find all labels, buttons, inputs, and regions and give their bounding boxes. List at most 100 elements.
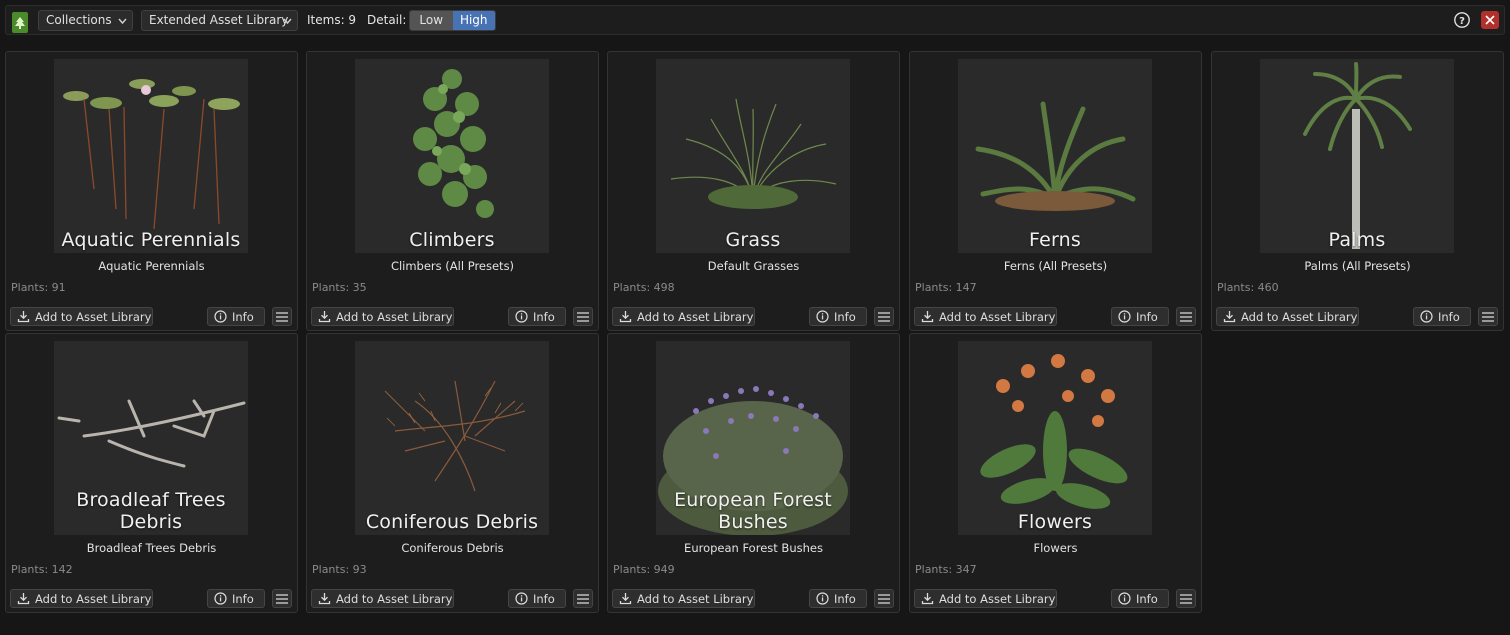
plants-count: Plants: 949 [613,563,675,576]
collections-dropdown-label: Collections [46,13,112,27]
tree-logo-icon [12,12,28,33]
collection-thumbnail[interactable]: Flowers [958,341,1152,535]
plants-count: Plants: 91 [11,281,66,294]
info-icon [1414,310,1438,323]
thumbnail-title: European Forest Bushes [674,489,832,533]
info-icon [1112,310,1136,323]
add-to-asset-library-label: Add to Asset Library [35,591,152,606]
detail-low-button[interactable]: Low [410,11,453,30]
info-button[interactable]: Info [207,307,265,326]
thumbnail-title: Palms [1328,229,1386,251]
close-icon [1485,15,1495,25]
collection-thumbnail[interactable]: Palms [1260,59,1454,253]
collection-thumbnail[interactable]: Broadleaf Trees Debris [54,341,248,535]
add-to-asset-library-button[interactable]: Add to Asset Library [914,307,1057,326]
menu-button[interactable] [1176,307,1196,326]
info-icon [208,310,232,323]
info-button[interactable]: Info [1111,307,1169,326]
download-icon [11,592,35,605]
plant-preview-image [63,79,240,230]
download-icon [613,310,637,323]
plants-count: Plants: 498 [613,281,675,294]
collection-thumbnail[interactable]: Aquatic Perennials [54,59,248,253]
collection-name: Default Grasses [707,259,800,273]
info-button[interactable]: Info [207,589,265,608]
hamburger-menu-icon [577,593,589,604]
add-to-asset-library-button[interactable]: Add to Asset Library [914,589,1057,608]
collection-name: Climbers (All Presets) [390,259,515,273]
hamburger-menu-icon [1180,311,1192,322]
plants-count: Plants: 347 [915,563,977,576]
plant-preview-image [413,69,494,218]
plants-count: Plants: 142 [11,563,73,576]
plant-preview-image [975,101,1136,211]
collection-thumbnail[interactable]: Coniferous Debris [355,341,549,535]
menu-button[interactable] [874,307,894,326]
download-icon [312,310,336,323]
info-button[interactable]: Info [1413,307,1471,326]
add-to-asset-library-button[interactable]: Add to Asset Library [10,307,153,326]
add-to-asset-library-label: Add to Asset Library [35,309,152,324]
detail-label: Detail: [367,13,407,27]
collection-name: Ferns (All Presets) [1003,259,1108,273]
collection-card-4: Ferns Ferns (All Presets) Plants: 147 Ad… [909,51,1202,331]
add-to-asset-library-button[interactable]: Add to Asset Library [1216,307,1359,326]
menu-button[interactable] [874,589,894,608]
info-label: Info [1438,309,1460,324]
hamburger-menu-icon [276,311,288,322]
info-label: Info [1136,591,1158,606]
detail-high-button[interactable]: High [452,11,495,30]
menu-button[interactable] [272,589,292,608]
svg-text:?: ? [1459,16,1465,27]
add-to-asset-library-button[interactable]: Add to Asset Library [311,307,454,326]
info-icon [509,310,533,323]
chevron-down-icon [283,18,292,25]
toolbar: Collections Extended Asset Library Items… [5,5,1505,35]
collection-thumbnail[interactable]: Ferns [958,59,1152,253]
info-button[interactable]: Info [508,307,566,326]
menu-button[interactable] [272,307,292,326]
collection-card-3: Grass Default Grasses Plants: 498 Add to… [607,51,900,331]
add-to-asset-library-button[interactable]: Add to Asset Library [10,589,153,608]
info-label: Info [834,591,856,606]
menu-button[interactable] [573,307,593,326]
plant-preview-image [670,98,837,209]
hamburger-menu-icon [878,311,890,322]
info-label: Info [533,309,555,324]
collection-card-9: Flowers Flowers Plants: 347 Add to Asset… [909,333,1202,613]
help-button[interactable]: ? [1453,11,1471,29]
plants-count: Plants: 93 [312,563,367,576]
add-to-asset-library-label: Add to Asset Library [336,591,453,606]
download-icon [613,592,637,605]
collection-card-5: Palms Palms (All Presets) Plants: 460 Ad… [1211,51,1504,331]
add-to-asset-library-button[interactable]: Add to Asset Library [311,589,454,608]
thumbnail-title: Flowers [1017,511,1093,533]
collection-thumbnail[interactable]: Climbers [355,59,549,253]
collection-card-6: Broadleaf Trees Debris Broadleaf Trees D… [5,333,298,613]
menu-button[interactable] [573,589,593,608]
close-button[interactable] [1481,11,1499,29]
menu-button[interactable] [1478,307,1498,326]
collection-thumbnail[interactable]: European Forest Bushes [656,341,850,535]
collection-thumbnail[interactable]: Grass [656,59,850,253]
info-button[interactable]: Info [1111,589,1169,608]
info-label: Info [1136,309,1158,324]
add-to-asset-library-label: Add to Asset Library [637,591,754,606]
info-label: Info [232,591,254,606]
add-to-asset-library-button[interactable]: Add to Asset Library [612,589,755,608]
hamburger-menu-icon [577,311,589,322]
add-to-asset-library-label: Add to Asset Library [1241,309,1358,324]
collection-name: Aquatic Perennials [98,259,205,273]
menu-button[interactable] [1176,589,1196,608]
collection-name: Flowers [1033,541,1078,555]
collection-card-2: Climbers Climbers (All Presets) Plants: … [306,51,599,331]
info-button[interactable]: Info [809,589,867,608]
add-to-asset-library-label: Add to Asset Library [336,309,453,324]
add-to-asset-library-button[interactable]: Add to Asset Library [612,307,755,326]
info-button[interactable]: Info [508,589,566,608]
info-icon [1112,592,1136,605]
items-count: Items: 9 [307,13,357,27]
collections-dropdown[interactable]: Collections [38,10,133,31]
asset-library-dropdown[interactable]: Extended Asset Library [141,10,298,31]
info-button[interactable]: Info [809,307,867,326]
